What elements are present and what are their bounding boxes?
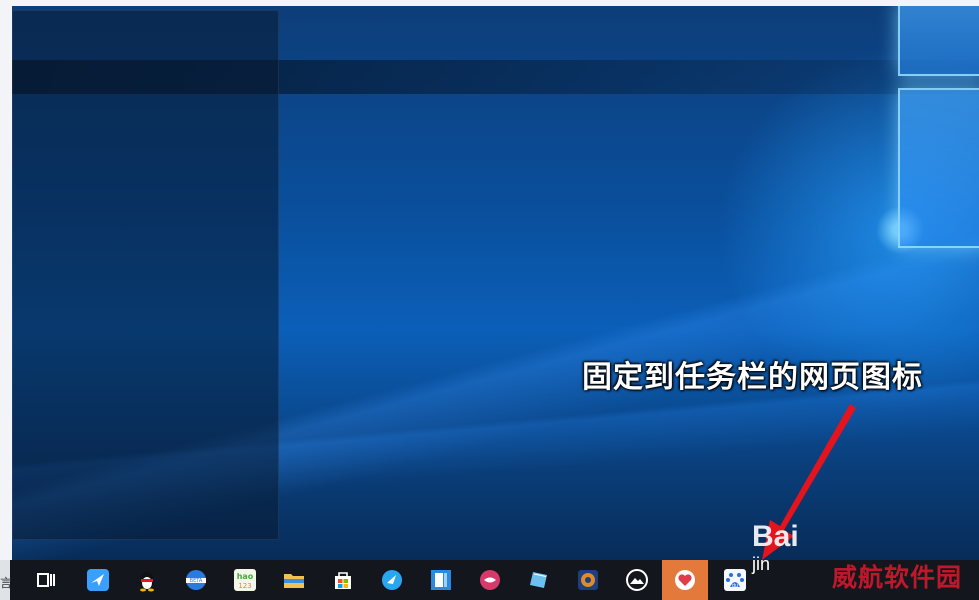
- taskbar-app-lips[interactable]: [472, 562, 508, 598]
- site-name-watermark: 威航软件园: [832, 563, 963, 592]
- notes-app-icon: [530, 572, 547, 588]
- window-frame-top: [0, 0, 979, 6]
- taskbar-left-edge: 言: [0, 560, 13, 600]
- onedrive-app-icon: [431, 570, 451, 590]
- media-player-icon: [578, 570, 598, 590]
- taskbar-app-hao123[interactable]: hao 123: [227, 562, 263, 598]
- svg-text:du: du: [732, 583, 738, 589]
- file-explorer-icon: [284, 574, 304, 588]
- pink-lips-app-icon: [480, 570, 500, 590]
- taskbar-app-onedrive[interactable]: [423, 562, 459, 598]
- taskbar-app-notes[interactable]: [521, 562, 557, 598]
- taskbar-app-media-player[interactable]: [570, 562, 606, 598]
- start-menu-panel: [12, 10, 279, 540]
- svg-text:123: 123: [238, 582, 251, 590]
- annotation-caption: 固定到任务栏的网页图标: [582, 360, 923, 395]
- taskbar-app-qq[interactable]: [129, 562, 165, 598]
- taskbar-app-feishu[interactable]: [80, 562, 116, 598]
- svg-text:BETA: BETA: [190, 578, 203, 584]
- qq-penguin-icon: [140, 572, 154, 592]
- windows-logo-pane-bottom: [898, 88, 979, 248]
- ie-beta-browser-icon: BETA: [186, 570, 206, 590]
- taskbar-app-ie-beta[interactable]: BETA: [178, 562, 214, 598]
- watermark-small-text: jin: [752, 554, 771, 574]
- microsoft-store-icon: [335, 572, 351, 589]
- hao123-icon: hao 123: [234, 569, 256, 591]
- heart-app-icon: [675, 570, 695, 590]
- left-edge-char: 言: [0, 576, 13, 590]
- window-frame-left: [0, 0, 12, 560]
- baidu-jingyan-watermark: Bai jin: [750, 520, 810, 576]
- task-view-button[interactable]: [28, 562, 64, 598]
- windows-logo-pane-top: [898, 0, 979, 76]
- taskbar-app-file-explorer[interactable]: [276, 562, 312, 598]
- svg-text:hao: hao: [237, 572, 254, 581]
- taskbar-app-photos[interactable]: [619, 562, 655, 598]
- watermark-big-text: Bai: [752, 520, 799, 553]
- feishu-bird-icon: [87, 569, 109, 591]
- taskbar-app-store[interactable]: [325, 562, 361, 598]
- taskbar-app-heart[interactable]: [662, 560, 708, 600]
- task-view-icon: [37, 573, 55, 587]
- baidu-paw-icon: du: [724, 569, 746, 591]
- edge-browser-icon: [382, 570, 402, 590]
- taskbar-app-edge[interactable]: [374, 562, 410, 598]
- photos-app-icon: [626, 569, 648, 591]
- taskbar-app-baidu[interactable]: du: [717, 562, 753, 598]
